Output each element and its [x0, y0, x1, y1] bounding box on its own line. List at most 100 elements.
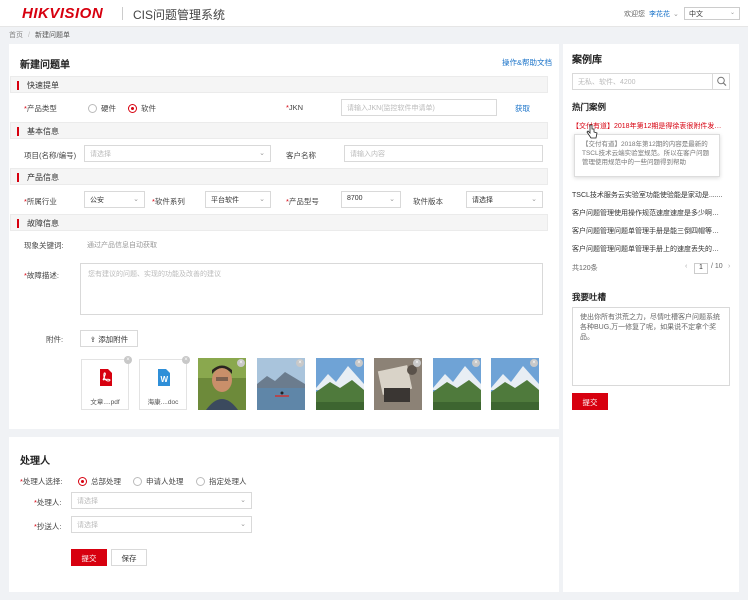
- radio-dot: [128, 104, 137, 113]
- product-type-label: *产品类型: [24, 104, 57, 113]
- page-input[interactable]: 1: [694, 263, 708, 274]
- case-library-title: 案例库: [572, 55, 602, 66]
- image-thumbnail-mountain[interactable]: ×: [316, 358, 364, 410]
- hikvision-logo[interactable]: HIKVISION: [22, 5, 103, 22]
- remove-icon[interactable]: ×: [530, 359, 538, 367]
- software-series-select[interactable]: 平台软件 ⌄: [205, 191, 271, 208]
- case-item[interactable]: 客户问题管理问题单管理手册是能三倒四帽等鸭等...: [572, 226, 724, 236]
- user-menu[interactable]: 李花花: [649, 11, 670, 18]
- remove-icon[interactable]: ×: [296, 359, 304, 367]
- chevron-down-icon: ⌄: [240, 521, 246, 528]
- save-button[interactable]: 保存: [111, 549, 147, 566]
- remove-icon[interactable]: ×: [237, 359, 245, 367]
- add-attachment-button[interactable]: ⇪ 添加附件: [80, 330, 138, 347]
- chevron-down-icon: ⌄: [259, 196, 265, 203]
- language-value: 中文: [689, 11, 703, 18]
- remove-icon[interactable]: ×: [182, 356, 190, 364]
- radio-dot: [78, 477, 87, 486]
- attachment-name: 海康....doc: [147, 399, 179, 406]
- image-thumbnail-desk[interactable]: ×: [374, 358, 422, 410]
- fault-desc-label: *故障描述:: [24, 271, 60, 280]
- complain-textarea[interactable]: 使出你所有洪荒之力，尽情吐槽客户问题系统各种BUG,万一修复了呢，如果说不定拿个…: [572, 307, 730, 386]
- radio-hq[interactable]: 总部处理: [78, 476, 121, 487]
- radio-dot: [133, 477, 142, 486]
- product-model-select[interactable]: 8700 ⌄: [341, 191, 401, 208]
- attachment-name: 文章....pdf: [90, 399, 120, 406]
- top-bar: HIKVISION CIS问题管理系统 欢迎您 李花花 ⌄ 中文 ⌄: [0, 0, 748, 27]
- radio-assigned[interactable]: 指定处理人: [196, 476, 247, 487]
- word-doc-icon: W: [158, 369, 170, 386]
- jkn-input[interactable]: 请输入JKN(监控软件申请单): [341, 99, 497, 116]
- next-page-icon[interactable]: ›: [728, 263, 730, 270]
- case-total: 共120条: [572, 265, 598, 272]
- image-thumbnail-mountain[interactable]: ×: [433, 358, 481, 410]
- software-version-select[interactable]: 请选择 ⌄: [466, 191, 543, 208]
- radio-applicant[interactable]: 申请人处理: [133, 476, 184, 487]
- chevron-down-icon: ⌄: [673, 11, 679, 18]
- pdf-attachment[interactable]: 文章....pdf ×: [81, 356, 132, 410]
- app-title: CIS问题管理系统: [133, 8, 226, 22]
- prev-page-icon[interactable]: ‹: [685, 263, 687, 270]
- chevron-down-icon: ⌄: [389, 196, 395, 203]
- remove-icon[interactable]: ×: [413, 359, 421, 367]
- keywords-label: 现象关键词:: [24, 241, 64, 250]
- fetch-button[interactable]: 获取: [515, 103, 530, 114]
- svg-text:W: W: [161, 375, 169, 384]
- radio-hardware[interactable]: 硬件: [88, 103, 116, 114]
- industry-select[interactable]: 公安 ⌄: [84, 191, 145, 208]
- submit-button[interactable]: 提交: [71, 549, 107, 566]
- image-thumbnail-lake[interactable]: ×: [257, 358, 305, 410]
- case-item[interactable]: 客户问题管理问题单管理手册上的速度丢失的是......: [572, 244, 724, 254]
- doc-attachment[interactable]: W 海康....doc ×: [139, 356, 190, 410]
- product-model-label: *产品型号: [286, 197, 319, 206]
- breadcrumb-home[interactable]: 首页: [9, 32, 23, 39]
- divider: [122, 7, 123, 20]
- hand-cursor-icon: [586, 124, 598, 139]
- welcome-label: 欢迎您: [624, 11, 645, 18]
- breadcrumb-current: 新建问题单: [34, 32, 70, 39]
- complain-title: 我要吐槽: [572, 292, 607, 302]
- customer-label: 客户名称: [286, 151, 316, 160]
- image-thumbnail-portrait[interactable]: ×: [198, 358, 246, 410]
- handler-panel: [9, 437, 559, 592]
- keywords-hint: 通过产品信息自动获取: [87, 242, 157, 249]
- image-thumbnail-mountain[interactable]: ×: [491, 358, 539, 410]
- cc-select[interactable]: 请选择 ⌄: [71, 516, 252, 533]
- page-title: 新建问题单: [20, 60, 70, 71]
- chevron-down-icon: ⌄: [729, 10, 735, 16]
- project-label: 项目(名称/编号): [24, 151, 77, 160]
- page-count: / 10: [711, 263, 723, 270]
- section-quick: 快速提单: [10, 76, 548, 93]
- breadcrumb-separator: /: [28, 32, 30, 39]
- radio-dot: [88, 104, 97, 113]
- remove-icon[interactable]: ×: [124, 356, 132, 364]
- chevron-down-icon: ⌄: [259, 150, 265, 157]
- jkn-label: *JKN: [286, 103, 304, 112]
- chevron-down-icon: ⌄: [531, 196, 537, 203]
- remove-icon[interactable]: ×: [472, 359, 480, 367]
- welcome-text: 欢迎您 李花花 ⌄: [624, 9, 679, 19]
- handler-label: *处理人:: [34, 498, 62, 507]
- case-search-input[interactable]: 无私、软件、4200: [572, 73, 730, 90]
- case-item[interactable]: 客户问题管理使用操作规范速度速度是多少啊上的...: [572, 208, 724, 218]
- language-select[interactable]: 中文 ⌄: [684, 7, 740, 20]
- chevron-down-icon: ⌄: [240, 497, 246, 504]
- cc-label: *抄送人:: [34, 522, 62, 531]
- pdf-icon: [100, 369, 112, 386]
- software-version-label: 软件版本: [413, 197, 443, 206]
- radio-software[interactable]: 软件: [128, 103, 156, 114]
- radio-dot: [196, 477, 205, 486]
- search-icon: [717, 76, 727, 87]
- search-button[interactable]: [712, 73, 730, 90]
- software-series-label: *软件系列: [152, 197, 185, 206]
- fault-desc-textarea[interactable]: 您有建议的问题、实现的功能及改善的建议: [80, 263, 543, 315]
- handler-title: 处理人: [20, 456, 50, 467]
- project-select[interactable]: 请选择 ⌄: [84, 145, 271, 162]
- handler-select[interactable]: 请选择 ⌄: [71, 492, 252, 509]
- customer-input[interactable]: 请输入内容: [344, 145, 543, 162]
- handler-select-label: *处理人选择:: [20, 477, 63, 486]
- hot-cases-title: 热门案例: [572, 102, 607, 112]
- remove-icon[interactable]: ×: [355, 359, 363, 367]
- complain-submit-button[interactable]: 提交: [572, 393, 608, 410]
- case-item[interactable]: TSCL技术服务云实验室功能使验能是家动是.......: [572, 190, 724, 200]
